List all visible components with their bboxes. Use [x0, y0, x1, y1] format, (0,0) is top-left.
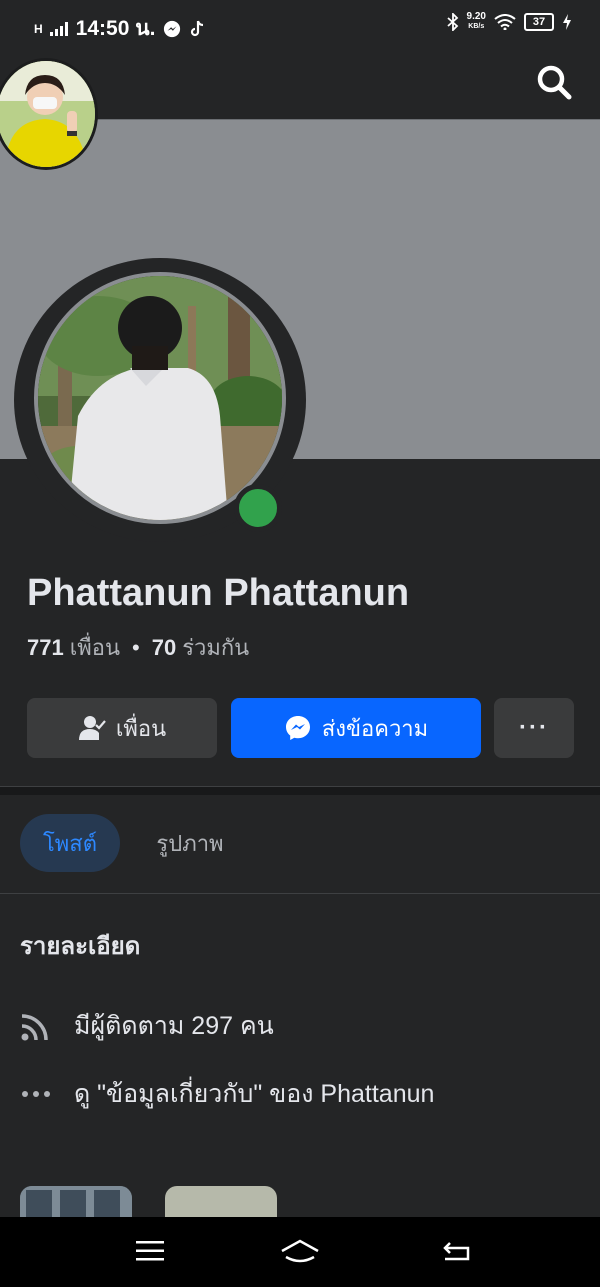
followers-text: มีผู้ติดตาม 297 คน — [74, 1012, 274, 1040]
tab-posts[interactable]: โพสต์ — [20, 814, 120, 872]
friends-label[interactable]: เพื่อน — [70, 630, 120, 665]
wifi-icon — [494, 14, 516, 30]
signal-bars-icon — [49, 21, 68, 36]
search-icon[interactable] — [536, 64, 572, 100]
more-button[interactable]: ··· — [494, 698, 574, 758]
about-row[interactable]: ดู "ข้อมูลเกี่ยวกับ" ของ Phattanun — [20, 1074, 434, 1114]
ellipsis-icon — [20, 1078, 52, 1110]
back-icon[interactable] — [442, 1239, 472, 1263]
friend-button-label: เพื่อน — [115, 715, 167, 741]
network-speed: 9.20 KB/s — [467, 12, 486, 32]
signal-indicator: H — [34, 21, 43, 36]
profile-name: Phattanun Phattanun — [27, 572, 410, 614]
menu-icon[interactable] — [136, 1239, 164, 1263]
home-icon[interactable] — [280, 1239, 320, 1265]
more-dots-icon: ··· — [519, 714, 549, 741]
friend-button[interactable]: เพื่อน — [27, 698, 217, 758]
mutual-label[interactable]: ร่วมกัน — [182, 630, 249, 665]
system-nav-bar — [0, 1217, 600, 1287]
speed-unit: KB/s — [468, 23, 485, 30]
tiktok-notification-icon — [191, 20, 204, 36]
account-avatar-image — [0, 61, 95, 167]
tabs-divider — [0, 893, 600, 894]
messenger-notification-icon — [164, 20, 181, 37]
friend-counts: 771 เพื่อน • 70 ร่วมกัน — [27, 630, 249, 665]
message-button-label: ส่งข้อความ — [321, 715, 429, 741]
online-status-indicator — [234, 484, 282, 532]
messenger-icon — [285, 716, 310, 740]
count-separator: • — [132, 635, 140, 660]
followers-row[interactable]: มีผู้ติดตาม 297 คน — [20, 1006, 274, 1046]
person-check-icon — [78, 716, 106, 740]
speed-value: 9.20 — [466, 11, 486, 22]
about-text: ดู "ข้อมูลเกี่ยวกับ" ของ Phattanun — [74, 1080, 435, 1108]
details-title: รายละเอียด — [20, 933, 141, 960]
friends-count[interactable]: 771 — [27, 635, 64, 661]
message-button[interactable]: ส่งข้อความ — [231, 698, 481, 758]
charging-icon — [563, 14, 571, 30]
battery-indicator: 37 — [524, 13, 554, 31]
clock: 14:50 น. — [75, 17, 156, 40]
section-divider — [0, 786, 600, 795]
mutual-count[interactable]: 70 — [152, 635, 176, 661]
bluetooth-icon — [446, 13, 458, 31]
tab-photos[interactable]: รูปภาพ — [145, 814, 235, 872]
rss-icon — [20, 1010, 52, 1042]
status-bar: H 14:50 น. 9.20 KB/s 37 — [0, 0, 600, 46]
